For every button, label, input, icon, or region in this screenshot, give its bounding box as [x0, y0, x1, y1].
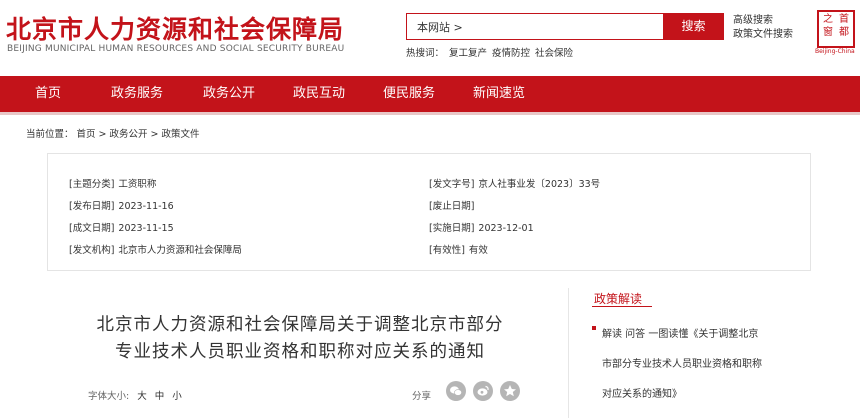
sidebar-divider — [568, 288, 569, 418]
search-button[interactable]: 搜索 — [663, 14, 724, 39]
logo-char: 窗 — [823, 27, 833, 38]
hot-words: 热搜词： 复工复产 疫情防控 社会保险 — [406, 45, 578, 59]
article-title: 北京市人力资源和社会保障局关于调整北京市部分 专业技术人员职业资格和职称对应关系… — [60, 312, 540, 366]
meta-validity: [有效性] 有效 — [429, 242, 488, 256]
font-size-control: 字体大小: 大中小 — [88, 388, 182, 402]
logo-char: 之 — [823, 14, 833, 25]
meta-abolish: [废止日期] — [429, 198, 478, 212]
meta-value: 京人社事业发〔2023〕33号 — [478, 179, 601, 190]
meta-docno: [发文字号] 京人社事业发〔2023〕33号 — [429, 176, 600, 190]
site-header: 北京市人力资源和社会保障局 BEIJING MUNICIPAL HUMAN RE… — [0, 0, 860, 76]
nav-item-services[interactable]: 政务服务 — [111, 76, 163, 112]
link-line: 对应关系的通知》 — [602, 389, 682, 400]
nav-divider — [0, 112, 860, 115]
breadcrumb-policy-docs[interactable]: 政策文件 — [161, 129, 199, 140]
meta-writedate: [成文日期] 2023-11-15 — [69, 220, 174, 234]
font-size-small[interactable]: 小 — [172, 391, 182, 402]
policy-interpretation-title: 政策解读 — [594, 292, 643, 306]
font-size-large[interactable]: 大 — [137, 391, 147, 402]
meta-value: 2023-11-15 — [118, 223, 174, 234]
link-line: 市部分专业技术人员职业资格和职称 — [602, 359, 762, 370]
meta-value: 2023-12-01 — [478, 223, 534, 234]
meta-key: [实施日期] — [429, 223, 475, 234]
sidebar-title-underline — [592, 306, 652, 307]
meta-value: 有效 — [468, 245, 488, 256]
nav-item-news[interactable]: 新闻速览 — [473, 76, 525, 112]
document-meta: [主题分类] 工资职称 [发文字号] 京人社事业发〔2023〕33号 [发布日期] 2… — [47, 153, 811, 271]
nav-item-home[interactable]: 首页 — [35, 76, 61, 112]
capital-window-logo[interactable]: 首 都 之 窗 — [817, 10, 855, 48]
meta-value: 北京市人力资源和社会保障局 — [118, 245, 242, 256]
advanced-search-link[interactable]: 高级搜索 — [733, 14, 793, 28]
breadcrumb-open-government[interactable]: 政务公开 — [110, 129, 148, 140]
logo-char: 首 — [839, 14, 849, 25]
advanced-links: 高级搜索 政策文件搜索 — [733, 14, 793, 42]
article-title-line: 北京市人力资源和社会保障局关于调整北京市部分 — [96, 315, 504, 335]
meta-key: [废止日期] — [429, 201, 475, 212]
meta-impldate: [实施日期] 2023-12-01 — [429, 220, 534, 234]
meta-topic: [主题分类] 工资职称 — [69, 176, 156, 190]
meta-key: [发文机构] — [69, 245, 115, 256]
nav-item-open-government[interactable]: 政务公开 — [203, 76, 255, 112]
search-box: 搜索 — [406, 13, 724, 40]
meta-key: [发文字号] — [429, 179, 475, 190]
logo-char: 都 — [839, 27, 849, 38]
meta-key: [发布日期] — [69, 201, 115, 212]
qzone-icon[interactable] — [500, 381, 520, 401]
meta-org: [发文机构] 北京市人力资源和社会保障局 — [69, 242, 242, 256]
logo-caption: Beijing-China — [815, 48, 855, 55]
breadcrumb: 当前位置： 首页 > 政务公开 > 政策文件 — [26, 126, 203, 140]
meta-pubdate: [发布日期] 2023-11-16 — [69, 198, 174, 212]
meta-key: [有效性] — [429, 245, 465, 256]
site-title-en: BEIJING MUNICIPAL HUMAN RESOURCES AND SO… — [7, 44, 345, 54]
breadcrumb-separator: > — [98, 129, 107, 140]
search-input[interactable] — [407, 14, 663, 39]
breadcrumb-home[interactable]: 首页 — [77, 129, 96, 140]
meta-value: 2023-11-16 — [118, 201, 174, 212]
policy-interpretation-link[interactable]: 解读 问答 一图读懂《关于调整北京 市部分专业技术人员职业资格和职称 对应关系的… — [596, 320, 796, 410]
share-label: 分享 — [412, 391, 432, 402]
meta-key: [主题分类] — [69, 179, 115, 190]
font-size-medium[interactable]: 中 — [155, 391, 165, 402]
meta-key: [成文日期] — [69, 223, 115, 234]
article-title-line: 专业技术人员职业资格和职称对应关系的通知 — [115, 342, 485, 362]
nav-item-interaction[interactable]: 政民互动 — [293, 76, 345, 112]
wechat-icon[interactable] — [446, 381, 466, 401]
link-line: 解读 问答 一图读懂《关于调整北京 — [602, 329, 759, 340]
hot-word-link[interactable]: 社会保险 — [535, 48, 573, 59]
weibo-icon[interactable] — [473, 381, 493, 401]
breadcrumb-label: 当前位置： — [26, 129, 74, 140]
main-nav: 首页 政务服务 政务公开 政民互动 便民服务 新闻速览 — [0, 76, 860, 112]
hot-words-label: 热搜词： — [406, 48, 445, 59]
policy-search-link[interactable]: 政策文件搜索 — [733, 28, 793, 42]
hot-word-link[interactable]: 复工复产 — [449, 48, 487, 59]
breadcrumb-separator: > — [150, 129, 159, 140]
site-title[interactable]: 北京市人力资源和社会保障局 — [6, 10, 344, 46]
hot-word-link[interactable]: 疫情防控 — [492, 48, 530, 59]
font-size-label: 字体大小: — [88, 391, 130, 402]
meta-value: 工资职称 — [118, 179, 157, 190]
nav-item-convenience[interactable]: 便民服务 — [383, 76, 435, 112]
